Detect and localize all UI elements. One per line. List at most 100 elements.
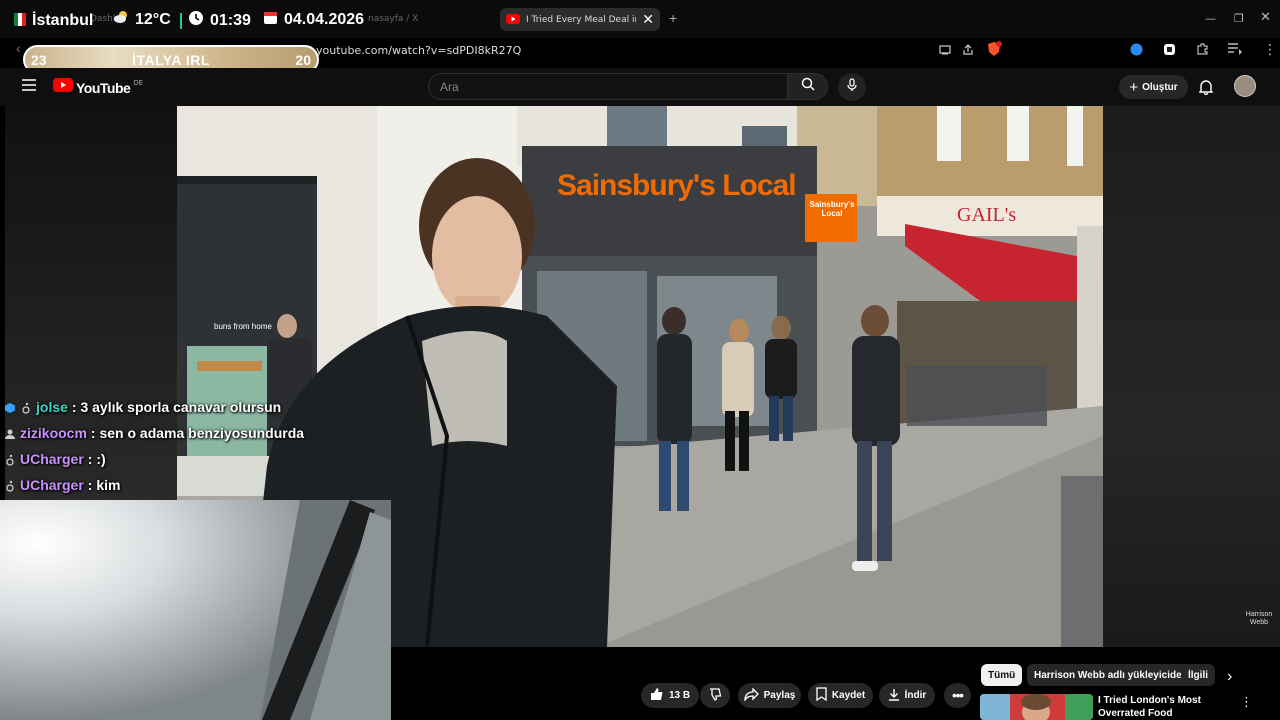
chip-related[interactable]: İlgili <box>1181 664 1215 686</box>
dislike-button[interactable] <box>700 683 730 708</box>
wheelchair-badge-icon <box>4 453 16 466</box>
score-right: 20 <box>295 51 311 68</box>
recommendation-title[interactable]: I Tried London's Most Overrated Food <box>1098 694 1238 720</box>
brave-shield-icon[interactable] <box>986 41 1002 62</box>
close-window-icon[interactable]: ✕ <box>1260 10 1271 25</box>
plus-icon: + <box>1129 78 1139 96</box>
create-button[interactable]: + Oluştur <box>1119 75 1188 99</box>
video-watermark: Harrison Webb <box>1245 611 1273 626</box>
thumbs-up-icon <box>650 687 664 704</box>
save-button[interactable]: Kaydet <box>808 683 873 708</box>
share-page-icon[interactable] <box>962 43 974 61</box>
score-left: 23 <box>31 51 47 68</box>
search-button[interactable] <box>787 73 828 100</box>
voice-search-button[interactable] <box>838 73 866 101</box>
cube-badge-icon <box>4 401 16 413</box>
share-button[interactable]: Paylaş <box>738 683 801 708</box>
stream-chat: jolse : 3 aylık sporla canavar olursun z… <box>4 394 304 498</box>
download-label: İndir <box>904 690 927 701</box>
chat-text: : sen o adama benziyosundurda <box>90 425 305 441</box>
save-label: Kaydet <box>831 690 866 701</box>
browser-tab-active[interactable]: I Tried Every Meal Deal in th ✕ <box>500 8 660 31</box>
youtube-favicon-icon <box>506 11 520 29</box>
new-tab-icon[interactable]: + <box>669 10 677 26</box>
chat-username[interactable]: UCharger <box>20 451 84 467</box>
search-input[interactable] <box>440 79 787 94</box>
city-widget: İstanbul <box>14 10 93 31</box>
close-tab-icon[interactable]: ✕ <box>642 11 654 28</box>
playlist-icon[interactable] <box>1227 42 1243 61</box>
date-widget: 04.04.2026 <box>263 10 364 30</box>
browser-menu-icon[interactable]: ⋮ <box>1263 41 1277 58</box>
extension-dark-icon[interactable] <box>1163 43 1176 61</box>
buns-sign: buns from home <box>214 322 272 331</box>
recommendation-menu-icon[interactable]: ⋮ <box>1240 694 1253 710</box>
hamburger-menu-icon[interactable] <box>22 78 36 96</box>
share-arrow-icon <box>743 686 759 704</box>
chip-label: İlgili <box>1188 669 1208 681</box>
separator <box>180 12 182 29</box>
weather-widget: 12°C <box>113 10 171 29</box>
search-box[interactable] <box>428 73 788 100</box>
flag-icon <box>14 10 26 31</box>
microphone-icon <box>846 77 858 97</box>
notifications-bell-icon[interactable] <box>1198 79 1214 100</box>
create-label: Oluştur <box>1142 81 1178 93</box>
bookmark-icon <box>816 687 827 704</box>
download-button[interactable]: İndir <box>879 683 935 708</box>
right-dark-panel <box>1103 106 1280 647</box>
sainsburys-hanging-sign: Sainsbury's Local <box>809 200 855 218</box>
city-name: İstanbul <box>32 11 94 29</box>
webcam-overlay <box>0 500 391 720</box>
wheelchair-badge-icon <box>4 479 16 492</box>
chip-from-uploader[interactable]: Harrison Webb adlı yükleyiciden <box>1027 664 1195 686</box>
time-widget: 01:39 <box>180 10 251 31</box>
youtube-logo-text: YouTube <box>76 79 131 96</box>
youtube-play-icon <box>53 78 73 97</box>
calendar-icon <box>263 10 278 30</box>
chat-text: : :) <box>87 451 106 467</box>
minimize-icon[interactable]: — <box>1205 12 1216 25</box>
puzzle-extensions-icon[interactable] <box>1196 42 1210 61</box>
chip-label: Harrison Webb adlı yükleyiciden <box>1034 669 1188 681</box>
url-text[interactable]: youtube.com/watch?v=sdPDI8kR27Q <box>316 44 521 57</box>
ghost-tab-text-2: nasayfa / X <box>368 14 419 24</box>
thumbs-down-icon <box>708 687 722 704</box>
youtube-logo[interactable]: YouTube DE <box>53 78 143 97</box>
more-horizontal-icon: ••• <box>952 688 964 703</box>
chat-text: : kim <box>87 477 121 493</box>
webcam-scene <box>0 500 391 720</box>
back-icon[interactable]: ‹ <box>16 40 21 56</box>
chat-message: UCharger : kim <box>4 472 304 498</box>
cast-icon[interactable] <box>939 43 951 61</box>
extension-blue-icon[interactable] <box>1130 43 1143 61</box>
browser-tab-title: I Tried Every Meal Deal in th <box>526 14 636 25</box>
score-title: İTALYA IRL <box>132 51 210 68</box>
restore-icon[interactable]: ❐ <box>1234 12 1244 25</box>
chat-username[interactable]: UCharger <box>20 477 84 493</box>
date-text: 04.04.2026 <box>284 11 365 28</box>
chat-message: zizikoocm : sen o adama benziyosundurda <box>4 420 304 446</box>
chat-username[interactable]: zizikoocm <box>20 425 87 441</box>
clock-icon <box>188 10 204 31</box>
avatar[interactable] <box>1234 75 1256 97</box>
chat-text: : 3 aylık sporla canavar olursun <box>71 399 282 415</box>
chips-next-chevron-icon[interactable]: › <box>1227 668 1232 686</box>
search-icon <box>801 77 815 96</box>
sainsburys-sign: Sainsbury's Local <box>557 169 797 202</box>
chip-all[interactable]: Tümü <box>981 664 1023 686</box>
user-badge-icon <box>4 427 16 439</box>
cloud-sun-icon <box>113 10 129 29</box>
region-code: DE <box>133 80 144 87</box>
like-count: 13 B <box>668 690 691 701</box>
wheelchair-badge-icon <box>20 401 32 414</box>
like-button[interactable]: 13 B <box>641 683 699 708</box>
chat-message: jolse : 3 aylık sporla canavar olursun <box>4 394 304 420</box>
more-actions-button[interactable]: ••• <box>944 683 971 708</box>
chat-message: UCharger : :) <box>4 446 304 472</box>
chat-username[interactable]: jolse <box>36 399 68 415</box>
gails-sign: GAIL's <box>957 204 1017 226</box>
chip-label: Tümü <box>988 669 1016 681</box>
recommendation-thumbnail[interactable] <box>980 694 1093 720</box>
download-icon <box>888 688 900 704</box>
